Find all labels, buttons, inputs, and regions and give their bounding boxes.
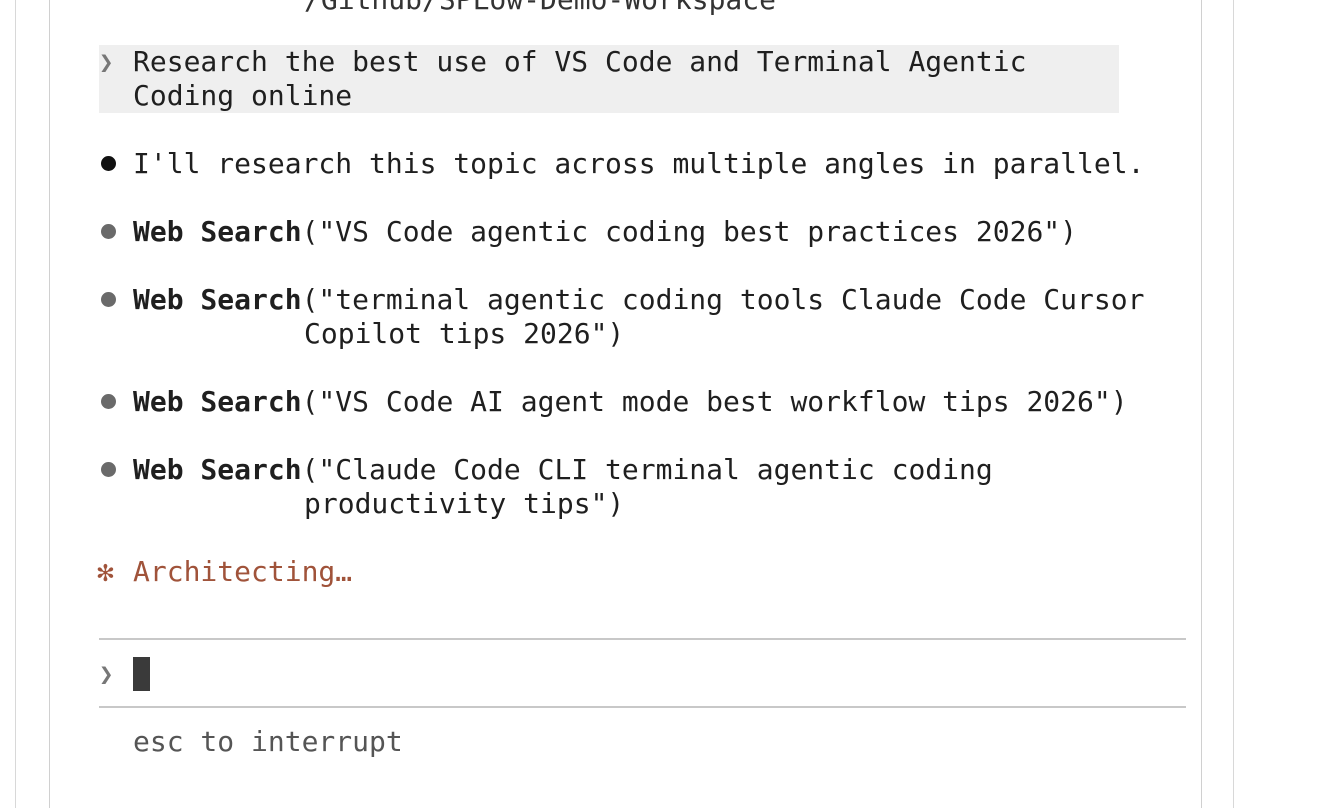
status-text: Architecting… [133,555,353,588]
tool-args: ("terminal agentic coding tools Claude C… [301,283,1145,316]
prompt-chevron-icon: ❯ [99,48,114,76]
tool-call-line[interactable]: Web Search("VS Code agentic coding best … [133,215,1077,249]
interrupt-hint: esc to interrupt [133,725,403,758]
tool-args-continuation: Copilot tips 2026") [304,317,625,350]
tool-bullet-icon [101,462,116,477]
tool-name: Web Search [133,453,302,486]
tool-args: ("Claude Code CLI terminal agentic codin… [301,453,993,486]
tool-bullet-icon [101,292,116,307]
assistant-message: I'll research this topic across multiple… [133,147,1145,180]
tool-call-line[interactable]: Web Search("terminal agentic coding tool… [133,283,1144,317]
tool-call-line[interactable]: Web Search("VS Code AI agent mode best w… [133,385,1128,419]
tool-name: Web Search [133,283,302,316]
tool-name: Web Search [133,385,302,418]
tool-bullet-icon [101,394,116,409]
tool-args: ("VS Code AI agent mode best workflow ti… [301,385,1128,418]
prompt-input[interactable] [132,655,1182,693]
text-cursor [133,657,150,691]
message-bullet-icon [101,156,116,171]
tool-args-continuation: productivity tips") [304,487,625,520]
input-divider-top [99,638,1186,640]
tool-call-line[interactable]: Web Search("Claude Code CLI terminal age… [133,453,993,487]
input-chevron-icon: ❯ [99,660,114,688]
input-divider-bottom [99,706,1186,708]
user-prompt-line-2: Coding online [133,79,353,112]
tool-args: ("VS Code agentic coding best practices … [301,215,1078,248]
user-prompt-line-1: Research the best use of VS Code and Ter… [133,45,1027,78]
working-directory: /Github/SPLow-Demo-Workspace [304,0,776,17]
spark-icon: ✻ [97,555,114,588]
tool-bullet-icon [101,224,116,239]
tool-name: Web Search [133,215,302,248]
